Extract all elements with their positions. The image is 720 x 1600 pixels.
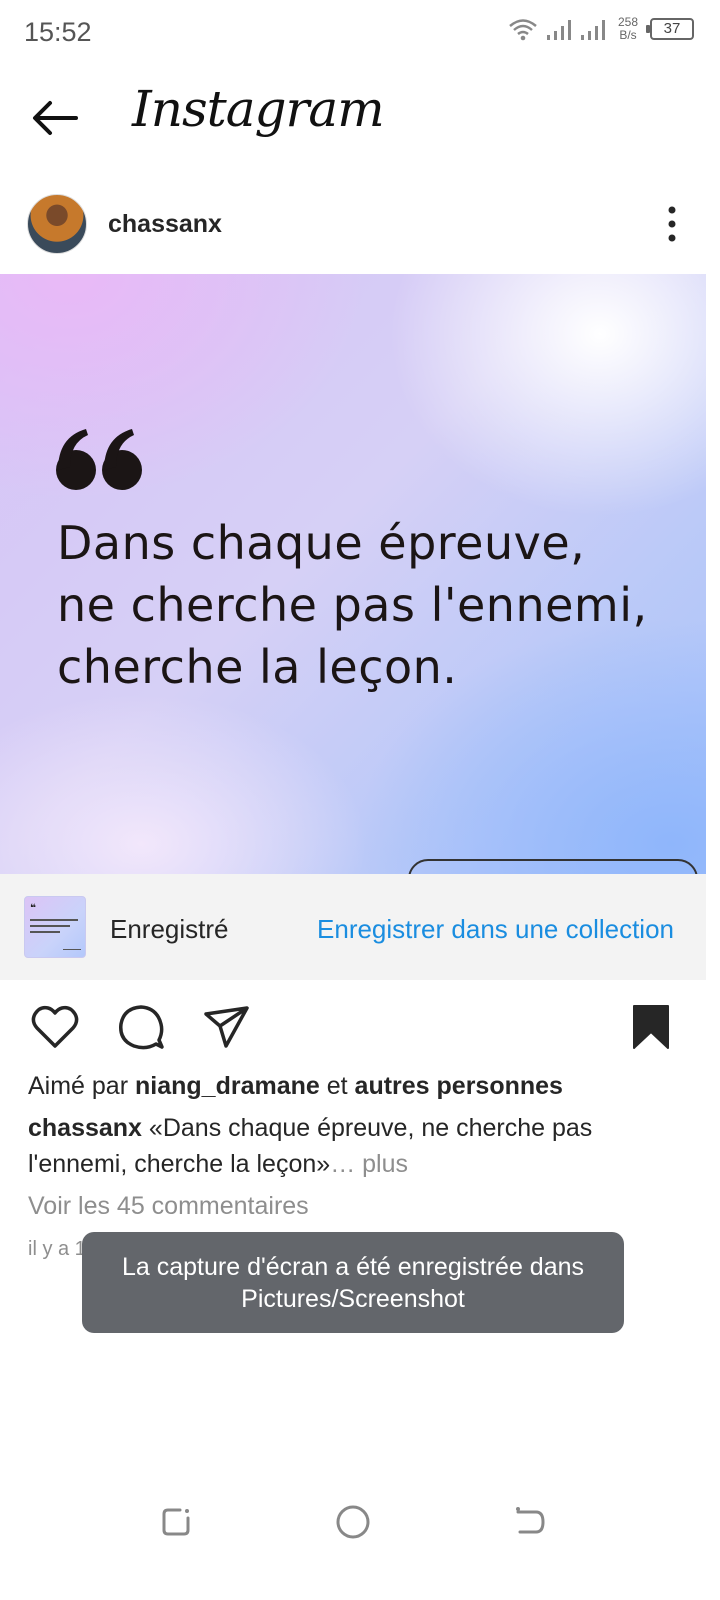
battery-icon: 37 — [646, 18, 694, 40]
saved-thumbnail: ❝ — [24, 896, 86, 958]
thumb-text-line — [30, 919, 78, 921]
likes-prefix: Aimé par — [28, 1072, 129, 1100]
likes-user-link[interactable]: niang_dramane — [135, 1072, 320, 1100]
share-icon[interactable] — [202, 1002, 252, 1052]
post-header: chassanx — [0, 186, 720, 266]
recents-icon[interactable] — [156, 1502, 196, 1542]
net-speed: 258 B/s — [618, 16, 638, 42]
bookmark-filled-icon[interactable] — [626, 1002, 676, 1052]
saved-label: Enregistré — [110, 914, 229, 944]
avatar[interactable] — [27, 194, 87, 254]
thumb-text-line — [63, 949, 81, 950]
status-icons: 258 B/s 37 — [508, 16, 694, 42]
screenshot-toast: La capture d'écran a été enregistrée dan… — [82, 1232, 624, 1333]
save-to-collection-link[interactable]: Enregistrer dans une collection — [317, 914, 674, 945]
thumb-quote-mark: ❝ — [30, 903, 36, 914]
caption-more-link[interactable]: … plus — [330, 1150, 408, 1178]
net-speed-unit: B/s — [619, 28, 637, 42]
quote-text: Dans chaque épreuve, ne cherche pas l'en… — [57, 516, 648, 694]
thumb-text-line — [30, 925, 70, 927]
post-caption: chassanx «Dans chaque épreuve, ne cherch… — [28, 1110, 688, 1182]
wifi-icon — [509, 19, 537, 41]
home-icon[interactable] — [333, 1502, 373, 1542]
status-bar: 15:52 258 B/s 37 — [0, 0, 720, 66]
image-overlay-pill[interactable] — [408, 859, 698, 874]
system-nav-bar — [0, 1490, 720, 1560]
signal-icon — [546, 20, 571, 40]
quote-mark-icon — [56, 429, 142, 490]
caption-username[interactable]: chassanx — [28, 1114, 142, 1142]
post-image[interactable]: Dans chaque épreuve, ne cherche pas l'en… — [0, 274, 706, 874]
more-vertical-icon[interactable] — [668, 206, 676, 242]
signal-icon — [580, 20, 605, 40]
app-title: Instagram — [132, 80, 385, 138]
view-comments-link[interactable]: Voir les 45 commentaires — [28, 1192, 309, 1221]
arrow-left-icon[interactable] — [30, 98, 80, 138]
back-icon[interactable] — [510, 1502, 550, 1542]
app-header: Instagram — [0, 66, 720, 176]
comment-icon[interactable] — [116, 1002, 166, 1052]
status-time: 15:52 — [24, 17, 92, 47]
post-username[interactable]: chassanx — [108, 210, 222, 239]
saved-banner: ❝ Enregistré Enregistrer dans une collec… — [0, 874, 706, 980]
likes-conjunction: et — [326, 1072, 348, 1100]
thumb-text-line — [30, 931, 60, 933]
likes-others-link[interactable]: autres personnes — [355, 1072, 563, 1100]
heart-icon[interactable] — [30, 1002, 80, 1052]
battery-level: 37 — [663, 20, 681, 37]
likes-text: Aimé par niang_dramane et autres personn… — [28, 1072, 563, 1101]
action-bar — [0, 996, 720, 1056]
